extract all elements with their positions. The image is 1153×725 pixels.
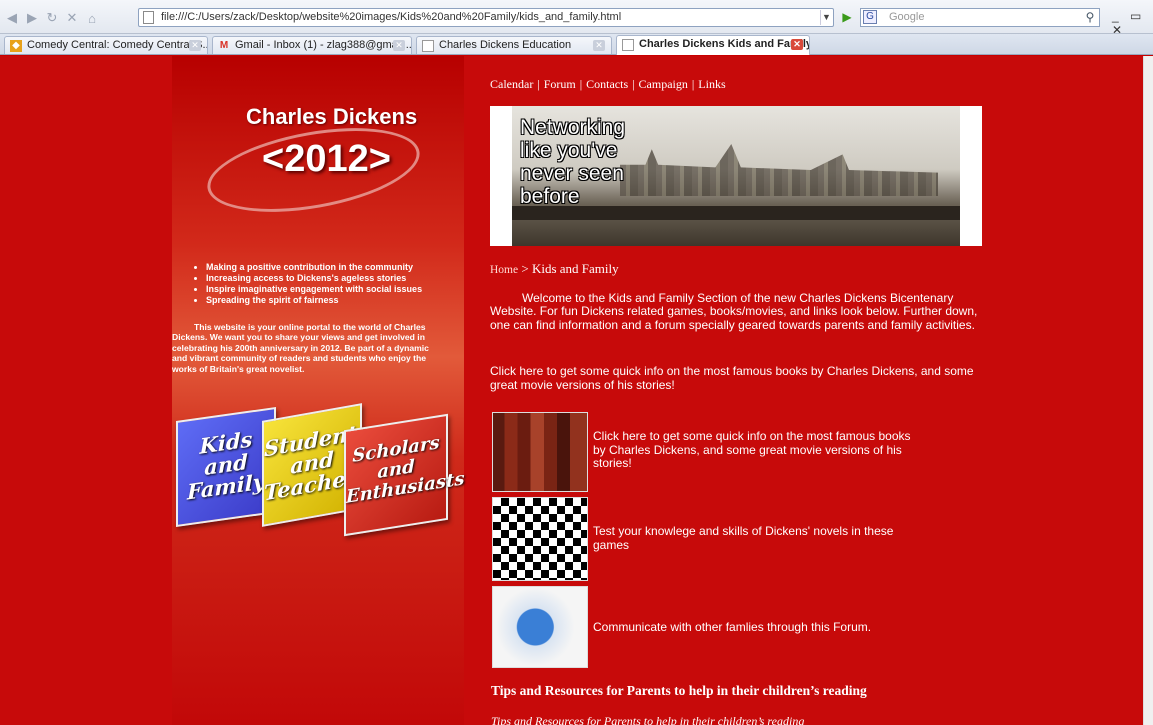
tab-close-icon[interactable]: ✕ xyxy=(393,40,405,51)
nav-calendar[interactable]: Calendar xyxy=(490,77,533,91)
tab-bar: ◆ Comedy Central: Comedy Central S... ✕ … xyxy=(0,34,1153,55)
tips-heading: Tips and Resources for Parents to help i… xyxy=(491,683,867,698)
tab-label: Gmail - Inbox (1) - zlag388@gmail.... xyxy=(235,39,412,51)
nav-buttons: ◀ ▶ ↻ ✕ ⌂ xyxy=(4,10,100,26)
tab-label: Charles Dickens Education xyxy=(439,39,572,51)
nav-separator: | xyxy=(632,77,635,91)
reload-icon[interactable]: ↻ xyxy=(44,10,60,26)
tips-subheading: Tips and Resources for Parents to help i… xyxy=(491,714,805,725)
search-button[interactable]: ⚲ xyxy=(1082,9,1098,25)
search-input[interactable]: Google xyxy=(860,8,1100,27)
google-icon[interactable]: G xyxy=(863,10,877,24)
address-bar[interactable]: file:///C:/Users/zack/Desktop/website%20… xyxy=(138,8,834,27)
logo-year[interactable]: <2012> xyxy=(262,138,391,181)
vertical-scrollbar[interactable] xyxy=(1143,56,1153,725)
list-item: Inspire imaginative engagement with soci… xyxy=(206,284,422,295)
mission-list: Making a positive contribution in the co… xyxy=(196,262,422,306)
nav-separator: | xyxy=(579,77,583,91)
click-info-link[interactable]: Click here to get some quick info on the… xyxy=(490,364,980,392)
nav-separator: | xyxy=(691,77,695,91)
page-icon xyxy=(622,39,634,51)
tab-label: Comedy Central: Comedy Central S... xyxy=(27,39,208,51)
nav-links[interactable]: Links xyxy=(698,77,725,91)
banner: Networking like you've never seen before xyxy=(490,106,982,246)
books-feature-link[interactable]: Click here to get some quick info on the… xyxy=(593,429,923,471)
address-dropdown-icon[interactable]: ▼ xyxy=(820,10,832,25)
list-item: Spreading the spirit of fairness xyxy=(206,295,422,306)
list-item: Making a positive contribution in the co… xyxy=(206,262,422,273)
books-image[interactable] xyxy=(492,412,588,492)
tab-label: Charles Dickens Kids and Family xyxy=(639,38,810,50)
page-icon xyxy=(422,40,434,52)
nav-contacts[interactable]: Contacts xyxy=(586,77,628,91)
games-feature-link[interactable]: Test your knowlege and skills of Dickens… xyxy=(593,524,923,552)
banner-slogan: Networking like you've never seen before xyxy=(520,116,626,208)
gmail-icon: M xyxy=(219,40,229,51)
top-navigation: Calendar | Forum | Contacts | Campaign | Links xyxy=(490,77,726,92)
tab-close-icon[interactable]: ✕ xyxy=(593,40,605,51)
nav-separator: | xyxy=(537,77,540,91)
list-item: Increasing access to Dickens's ageless s… xyxy=(206,273,422,284)
intro-text: This website is your online portal to th… xyxy=(172,322,429,374)
nav-campaign[interactable]: Campaign xyxy=(639,77,688,91)
breadcrumb: Home > Kids and Family xyxy=(490,261,619,277)
crossword-image[interactable] xyxy=(492,497,588,581)
tab-dickens-education[interactable]: Charles Dickens Education ✕ xyxy=(416,36,612,54)
back-icon[interactable]: ◀ xyxy=(4,10,20,26)
scholars-enthusiasts-card[interactable]: Scholars and Enthusiasts xyxy=(344,413,465,537)
go-button[interactable]: ▶ xyxy=(838,8,856,27)
tab-close-icon[interactable]: ✕ xyxy=(791,39,803,50)
window-controls[interactable]: _ ▭ ✕ xyxy=(1112,9,1153,37)
tab-close-icon[interactable]: ✕ xyxy=(189,40,201,51)
browser-toolbar: ◀ ▶ ↻ ✕ ⌂ file:///C:/Users/zack/Desktop/… xyxy=(0,0,1153,37)
breadcrumb-current: Kids and Family xyxy=(531,261,619,276)
stop-icon[interactable]: ✕ xyxy=(64,10,80,26)
page-icon xyxy=(143,11,154,24)
forum-feature-link[interactable]: Communicate with other famlies through t… xyxy=(593,620,923,635)
breadcrumb-home[interactable]: Home xyxy=(490,264,518,276)
forward-icon[interactable]: ▶ xyxy=(24,10,40,26)
home-icon[interactable]: ⌂ xyxy=(84,11,100,26)
comedy-central-icon: ◆ xyxy=(10,40,22,52)
tab-comedy-central[interactable]: ◆ Comedy Central: Comedy Central S... ✕ xyxy=(4,36,208,54)
nav-forum[interactable]: Forum xyxy=(544,77,576,91)
web-page: Charles Dickens <2012> Making a positive… xyxy=(0,56,1143,725)
bridge-railing-graphic xyxy=(512,206,960,220)
kids-family-card[interactable]: Kids and Family xyxy=(176,406,276,528)
breadcrumb-separator: > xyxy=(521,261,529,276)
tab-dickens-kids-family[interactable]: Charles Dickens Kids and Family ✕ xyxy=(616,35,810,55)
logo-title[interactable]: Charles Dickens xyxy=(246,104,417,130)
forum-globe-image[interactable] xyxy=(492,586,588,668)
welcome-text: Welcome to the Kids and Family Section o… xyxy=(490,291,978,332)
tab-gmail[interactable]: M Gmail - Inbox (1) - zlag388@gmail.... … xyxy=(212,36,412,54)
